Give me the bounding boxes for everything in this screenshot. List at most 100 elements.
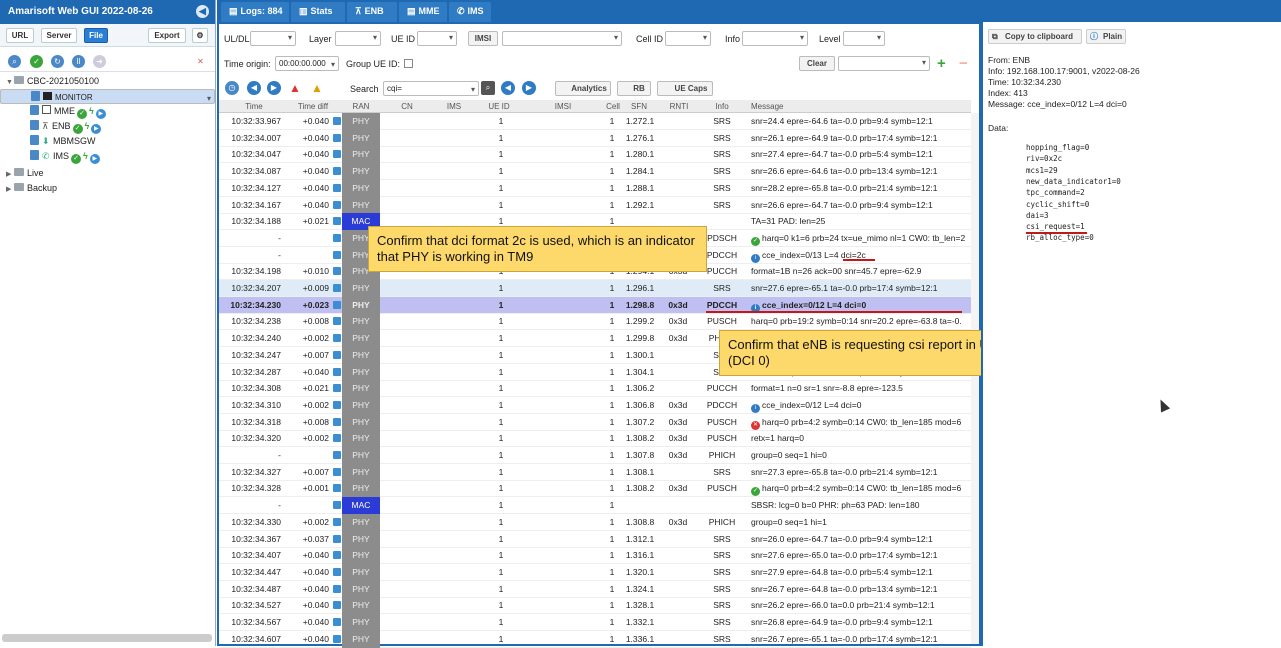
layer-select[interactable] [335, 31, 381, 46]
column-header[interactable]: CN [394, 100, 420, 113]
column-header[interactable]: Time [224, 100, 284, 113]
file-button[interactable]: File [84, 28, 108, 43]
collapse-icon[interactable]: ◀ [196, 5, 209, 18]
table-row[interactable]: 10:32:34.320 +0.002 PHY 1 1 1.308.2 0x3d PUSCH r… [219, 430, 971, 448]
remove-icon[interactable]: − [959, 55, 968, 72]
filter-preset-select[interactable] [838, 56, 930, 71]
table-row[interactable]: 10:32:34.007 +0.040 PHY 1 1 1.276.1 SRS snr=26.… [219, 129, 971, 147]
clear-button[interactable]: Clear [799, 56, 835, 71]
search-icon[interactable]: ⌕ [8, 55, 21, 68]
column-header[interactable]: RAN [342, 100, 380, 113]
uldl-select[interactable] [250, 31, 296, 46]
tree-live[interactable]: ▶ Live [0, 166, 215, 181]
table-row[interactable]: 10:32:34.327 +0.007 PHY 1 1 1.308.1 SRS snr=27.… [219, 463, 971, 481]
column-header[interactable]: UE ID [477, 100, 521, 113]
table-row[interactable]: 10:32:34.087 +0.040 PHY 1 1 1.284.1 SRS snr=26.… [219, 163, 971, 181]
table-row[interactable]: 10:32:34.567 +0.040 PHY 1 1 1.332.1 SRS snr=26.… [219, 614, 971, 631]
plain-button[interactable]: ⓘ Plain [1086, 29, 1126, 44]
table-row[interactable]: 10:32:34.308 +0.021 PHY 1 1 1.306.2 PUCCH forma… [219, 380, 971, 398]
cell-time: 10:32:34.240 [231, 333, 281, 344]
cell-cell: 1 [609, 366, 615, 377]
cell-time: 10:32:34.247 [231, 349, 281, 360]
table-row[interactable]: - PHY 1 1 1.307.8 0x3d PHICH group=0 seq=1 hi=0 [219, 447, 971, 464]
play-icon[interactable]: ▶ [89, 154, 100, 164]
column-header[interactable]: IMSI [539, 100, 587, 113]
table-row[interactable]: 10:32:34.407 +0.040 PHY 1 1 1.316.1 SRS snr=27.… [219, 547, 971, 565]
folder-icon [14, 76, 24, 84]
tree-root[interactable]: ▼ CBC-2021050100 [0, 74, 215, 89]
table-row[interactable]: 10:32:34.238 +0.008 PHY 1 1 1.299.2 0x3d PUSCH h… [219, 313, 971, 331]
table-row[interactable]: 10:32:34.367 +0.037 PHY 1 1 1.312.1 SRS snr=26.… [219, 530, 971, 548]
table-row[interactable]: 10:32:34.527 +0.040 PHY 1 1 1.328.1 SRS snr=26.… [219, 597, 971, 615]
table-row[interactable]: 10:32:34.207 +0.009 PHY 1 1 1.296.1 SRS snr=27.… [219, 280, 971, 297]
table-row[interactable]: 10:32:34.047 +0.040 PHY 1 1 1.280.1 SRS snr=27.… [219, 146, 971, 164]
tree-item-mme[interactable]: MME ✓ ϟ ▶ [0, 104, 215, 119]
rb-button[interactable]: RB [617, 81, 651, 96]
analytics-button[interactable]: Analytics [555, 81, 611, 96]
table-row[interactable]: 10:32:34.330 +0.002 PHY 1 1 1.308.8 0x3d PHICH g… [219, 513, 971, 531]
table-row[interactable]: 10:32:34.127 +0.040 PHY 1 1 1.288.1 SRS snr=28.… [219, 179, 971, 197]
error-icon[interactable]: ▲ [289, 81, 301, 95]
time-origin-input[interactable]: 00:00:00.000 [275, 56, 339, 71]
binoculars-icon[interactable]: ⌕ [481, 81, 495, 95]
imsi-button[interactable]: IMSI [468, 31, 498, 46]
play-icon[interactable]: ▶ [95, 109, 106, 119]
column-header[interactable]: IMS [441, 100, 467, 113]
column-header[interactable]: Time diff [291, 100, 335, 113]
add-icon[interactable]: + [937, 55, 946, 72]
table-row[interactable]: 10:32:34.310 +0.002 PHY 1 1 1.306.8 0x3d PDCCH i… [219, 396, 971, 414]
search-prev-icon[interactable]: ◀ [501, 81, 515, 95]
cell-info: PHICH [708, 516, 736, 527]
copy-button[interactable]: ⧉ Copy to clipboard [988, 29, 1082, 44]
cell-info: SRS [713, 600, 731, 611]
tab-stats[interactable]: ▥ Stats [291, 2, 345, 22]
next-icon[interactable]: ▶ [267, 81, 281, 95]
play-icon[interactable]: ▶ [91, 124, 102, 134]
tree-item-monitor[interactable]: MONITOR [0, 89, 215, 106]
column-header[interactable]: Message [751, 100, 791, 113]
table-row[interactable]: 10:32:34.447 +0.040 PHY 1 1 1.320.1 SRS snr=27.… [219, 563, 971, 581]
warning-icon[interactable]: ▲ [311, 81, 323, 95]
table-row[interactable]: 10:32:33.967 +0.040 PHY 1 1 1.272.1 SRS snr=24.… [219, 113, 971, 130]
tab-ims[interactable]: ✆ IMS [449, 2, 491, 22]
tree-item-ims[interactable]: ✆ IMS ✓ ϟ ▶ [0, 149, 215, 164]
cell-ue: 1 [498, 333, 504, 344]
horizontal-scrollbar[interactable] [2, 634, 212, 642]
close-icon[interactable]: ✕ [194, 55, 207, 68]
imsi-select[interactable] [502, 31, 622, 46]
ueid-select[interactable] [417, 31, 457, 46]
tree-backup[interactable]: ▶ Backup [0, 181, 215, 196]
table-row[interactable]: 10:32:34.487 +0.040 PHY 1 1 1.324.1 SRS snr=26.… [219, 580, 971, 598]
table-row[interactable]: 10:32:34.318 +0.008 PHY 1 1 1.307.2 0x3d PUSCH ✕… [219, 413, 971, 431]
tab-logs[interactable]: ▤ Logs: 884 [221, 2, 289, 22]
column-header[interactable]: Info [699, 100, 745, 113]
column-header[interactable]: SFN [619, 100, 659, 113]
url-button[interactable]: URL [6, 28, 34, 43]
tab-enb[interactable]: ⊼ ENB [347, 2, 397, 22]
tree-item-mbmsgw[interactable]: ⬇ MBMSGW [0, 134, 215, 149]
check-icon[interactable]: ✓ [30, 55, 43, 68]
info-select[interactable] [742, 31, 808, 46]
tree-item-enb[interactable]: ⊼ ENB ✓ ϟ ▶ [0, 119, 215, 134]
cellid-select[interactable] [665, 31, 711, 46]
table-row[interactable]: - MAC 1 1 SBSR: lcg=0 b=0 PHR: ph=63 PAD: le… [219, 497, 971, 515]
vertical-scrollbar[interactable] [971, 113, 979, 644]
table-row[interactable]: 10:32:34.607 +0.040 PHY 1 1 1.336.1 SRS snr=26.… [219, 630, 971, 648]
search-input[interactable]: cqi= [383, 81, 479, 96]
column-header[interactable]: RNTI [659, 100, 699, 113]
search-next-icon[interactable]: ▶ [522, 81, 536, 95]
pause-icon[interactable]: II [72, 55, 85, 68]
server-button[interactable]: Server [41, 28, 77, 43]
tab-mme[interactable]: ▤ MME [399, 2, 447, 22]
table-row[interactable]: 10:32:34.328 +0.001 PHY 1 1 1.308.2 0x3d PUSCH ✓… [219, 480, 971, 498]
uecaps-button[interactable]: UE Caps [657, 81, 713, 96]
refresh-icon[interactable]: ↻ [51, 55, 64, 68]
group-ue-checkbox[interactable] [404, 59, 413, 68]
settings-icon[interactable]: ⚙ [192, 28, 208, 43]
export-button[interactable]: Export [148, 28, 186, 43]
prev-icon[interactable]: ◀ [247, 81, 261, 95]
table-row[interactable]: 10:32:34.167 +0.040 PHY 1 1 1.292.1 SRS snr=26.… [219, 196, 971, 214]
forward-icon[interactable]: ➜ [93, 55, 106, 68]
clock-icon[interactable]: ◷ [225, 81, 239, 95]
level-select[interactable] [843, 31, 885, 46]
